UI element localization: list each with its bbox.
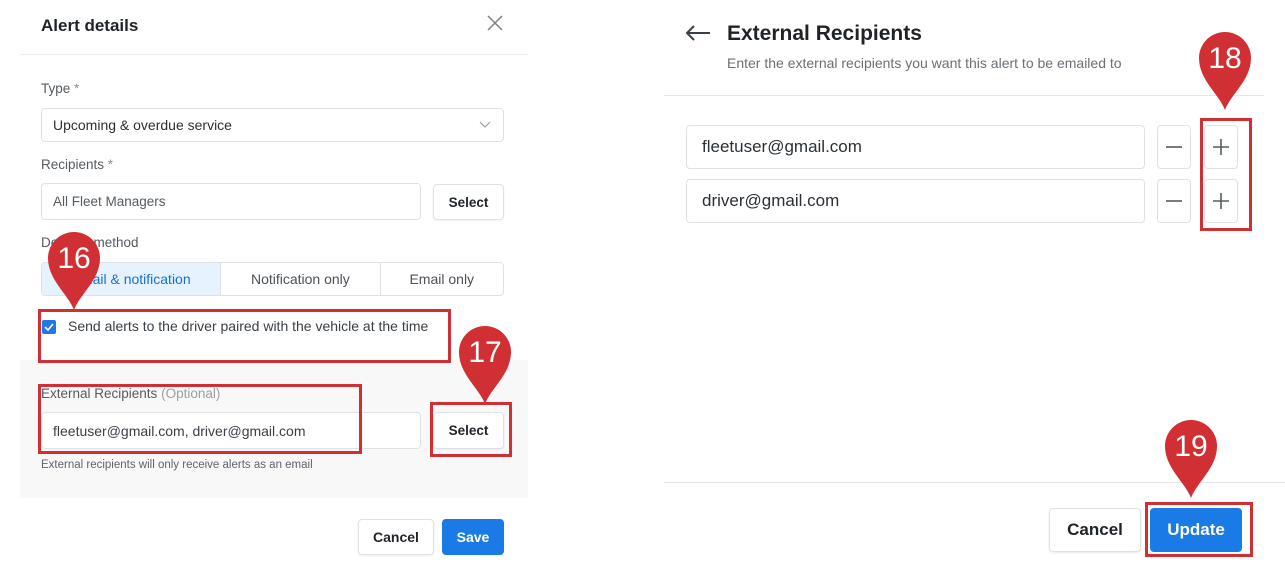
back-arrow-icon[interactable]	[684, 22, 712, 44]
type-label: Type *	[41, 81, 80, 96]
cancel-button[interactable]: Cancel	[1049, 508, 1141, 552]
external-recipients-hint: External recipients will only receive al…	[41, 459, 313, 471]
delivery-option-email-only[interactable]: Email only	[379, 263, 503, 295]
highlight-select-button	[430, 402, 512, 457]
chevron-down-icon	[479, 121, 491, 128]
remove-email-button-1[interactable]	[1157, 125, 1191, 169]
highlight-external-recipients	[38, 384, 362, 454]
remove-email-button-2[interactable]	[1157, 179, 1191, 223]
callout-18: 18	[1196, 28, 1254, 112]
recipients-value: All Fleet Managers	[53, 194, 166, 209]
callout-16: 16	[45, 228, 103, 312]
email-input-2[interactable]: driver@gmail.com	[686, 179, 1145, 223]
recipients-select-button[interactable]: Select	[433, 184, 504, 220]
minus-icon	[1166, 146, 1182, 148]
callout-19: 19	[1162, 416, 1220, 500]
page-subtitle: Enter the external recipients you want t…	[727, 55, 1122, 71]
highlight-update-button	[1145, 502, 1253, 557]
delivery-option-notification-only[interactable]: Notification only	[220, 263, 379, 295]
cancel-button[interactable]: Cancel	[358, 519, 434, 555]
highlight-add-buttons	[1200, 118, 1252, 231]
recipients-label: Recipients *	[41, 157, 114, 172]
recipients-field[interactable]: All Fleet Managers	[41, 183, 421, 220]
highlight-driver-checkbox	[38, 309, 451, 363]
page-title: External Recipients	[727, 22, 922, 45]
save-button[interactable]: Save	[442, 519, 504, 555]
type-value: Upcoming & overdue service	[53, 117, 232, 133]
panel-title: Alert details	[41, 16, 139, 35]
delivery-method-toggle: Email & notification Notification only E…	[41, 262, 504, 296]
email-input-1[interactable]: fleetuser@gmail.com	[686, 125, 1145, 169]
header-divider	[664, 95, 1264, 96]
header-divider	[20, 54, 528, 55]
minus-icon	[1166, 200, 1182, 202]
close-icon[interactable]	[486, 14, 504, 32]
type-select[interactable]: Upcoming & overdue service	[41, 108, 504, 142]
callout-17: 17	[456, 322, 514, 406]
